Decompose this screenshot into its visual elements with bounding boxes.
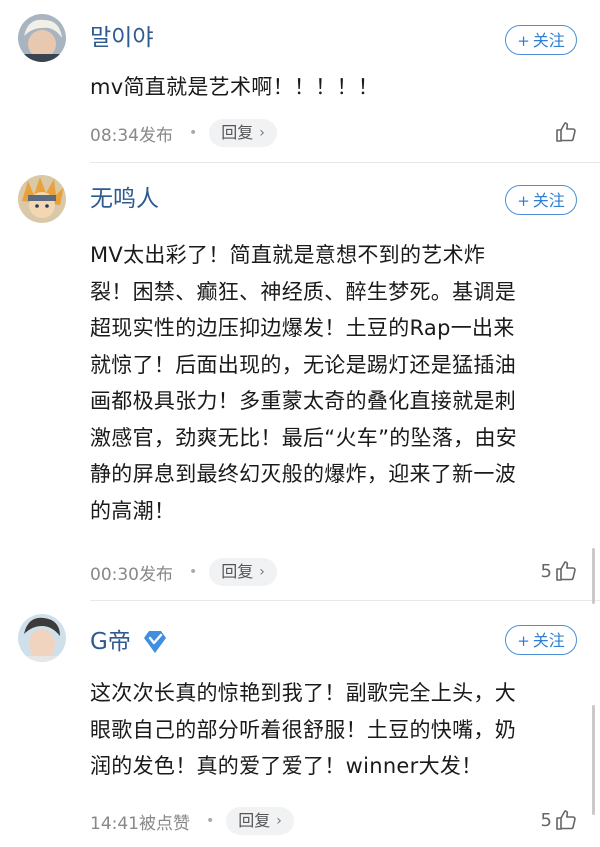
username[interactable]: G帝 (90, 628, 169, 656)
plus-icon: + (517, 192, 530, 210)
thumbs-up-icon (556, 122, 576, 142)
like-button[interactable]: 5 (541, 559, 578, 583)
comment-time: 08:34发布 (90, 125, 173, 146)
comment-meta: 08:34发布 • 回复 › (90, 119, 277, 147)
chevron-right-icon: › (259, 125, 265, 141)
divider (90, 600, 600, 601)
reply-label: 回复 (238, 811, 271, 830)
reply-button[interactable]: 回复 › (209, 558, 277, 586)
separator-dot: • (206, 813, 215, 829)
username-text[interactable]: 无鸣人 (90, 188, 159, 211)
avatar[interactable] (18, 614, 66, 662)
comment-meta: 14:41被点赞 • 回复 › (90, 807, 294, 835)
comment-text: 这次次长真的惊艳到我了！副歌完全上头，大 眼歌自己的部分听着很舒服！土豆的快嘴，… (90, 681, 516, 778)
like-button[interactable] (552, 120, 578, 144)
comment-time: 00:30发布 (90, 564, 173, 585)
comment-meta: 00:30发布 • 回复 › (90, 558, 277, 586)
verified-diamond-icon (143, 631, 166, 653)
username[interactable]: 말이야 (90, 27, 153, 50)
like-button[interactable]: 5 (541, 808, 578, 832)
follow-label: 关注 (532, 31, 565, 50)
username[interactable]: 无鸣人 (90, 188, 159, 211)
reply-button[interactable]: 回复 › (209, 119, 277, 147)
comment-time: 14:41被点赞 (90, 813, 190, 834)
follow-label: 关注 (532, 191, 565, 210)
comment-text: mv简直就是艺术啊！！！！！ (90, 75, 380, 99)
like-count: 5 (540, 560, 552, 582)
chevron-right-icon: › (259, 564, 265, 580)
avatar[interactable] (18, 14, 66, 62)
separator-dot: • (189, 125, 198, 141)
plus-icon: + (517, 632, 530, 650)
username-text[interactable]: 말이야 (90, 27, 153, 50)
scrollbar[interactable] (592, 705, 595, 815)
chevron-right-icon: › (276, 813, 282, 829)
like-count: 5 (540, 809, 552, 831)
separator-dot: • (189, 564, 198, 580)
reply-label: 回复 (221, 123, 254, 142)
avatar[interactable] (18, 175, 66, 223)
reply-label: 回复 (221, 562, 254, 581)
follow-button[interactable]: + 关注 (505, 185, 577, 215)
username-text[interactable]: G帝 (90, 630, 131, 654)
thumbs-up-icon (556, 810, 576, 830)
comment-text: MV太出彩了！简直就是意想不到的艺术炸 裂！困禁、癫狂、神经质、醉生梦死。基调是… (90, 243, 518, 523)
follow-label: 关注 (532, 631, 565, 650)
reply-button[interactable]: 回复 › (226, 807, 294, 835)
follow-button[interactable]: + 关注 (505, 25, 577, 55)
follow-button[interactable]: + 关注 (505, 625, 577, 655)
divider (90, 162, 600, 163)
scrollbar[interactable] (592, 548, 595, 604)
thumbs-up-icon (556, 561, 576, 581)
plus-icon: + (517, 32, 530, 50)
